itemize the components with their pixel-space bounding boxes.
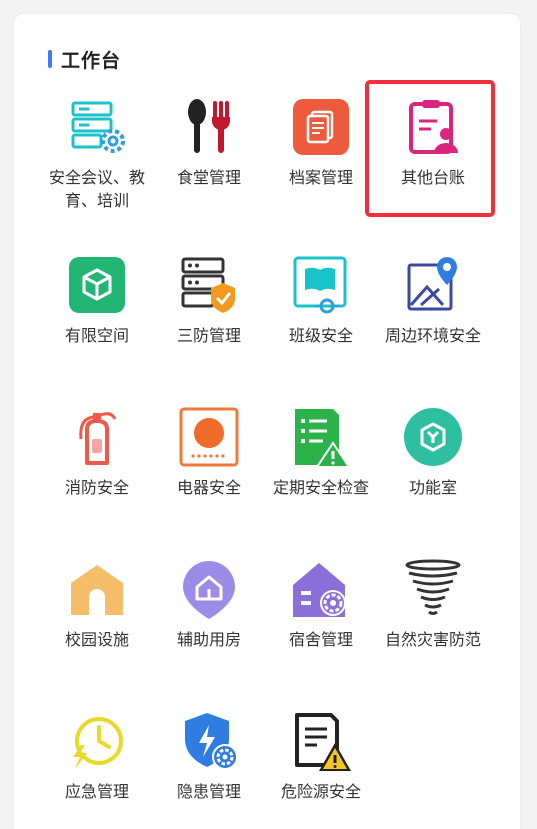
grid-item-confined-space[interactable]: 有限空间	[41, 253, 153, 347]
grid-item-hazard-source[interactable]: 危险源安全	[265, 709, 377, 803]
grid-item-hazard-management[interactable]: 隐患管理	[153, 709, 265, 803]
grid-item-periodic-check[interactable]: 定期安全检查	[265, 405, 377, 499]
dorm-gear-icon	[293, 563, 346, 617]
item-label: 校园设施	[64, 630, 129, 649]
grid-item-three-prevention[interactable]: 三防管理	[153, 253, 265, 347]
clock-bolt-icon	[73, 717, 123, 769]
grid-item-auxiliary-rooms[interactable]: 辅助用房	[153, 557, 265, 651]
server-shield-icon	[181, 257, 235, 313]
cube-icon	[69, 257, 125, 313]
document-icon	[293, 99, 349, 155]
section-header: 工作台	[48, 44, 121, 74]
item-label: 电器安全	[176, 478, 241, 497]
grid-item-fire-safety[interactable]: 消防安全	[41, 405, 153, 499]
fire-extinguisher-icon	[79, 412, 117, 465]
grid-item-archives[interactable]: 档案管理	[265, 95, 377, 189]
book-icon	[293, 256, 347, 314]
item-label: 其他台账	[400, 168, 465, 187]
tornado-icon	[405, 559, 461, 615]
grid-item-canteen[interactable]: 食堂管理	[153, 95, 265, 189]
warning-doc-icon	[295, 713, 351, 771]
item-label: 班级安全	[288, 326, 353, 345]
grid-item-disaster-prevention[interactable]: 自然灾害防范	[377, 557, 489, 651]
item-label: 应急管理	[64, 782, 129, 801]
arch-icon	[71, 565, 123, 615]
grid-item-function-room[interactable]: 功能室	[377, 405, 489, 499]
item-label: 消防安全	[64, 478, 129, 497]
item-label: 定期安全检查	[272, 478, 369, 497]
shield-gear-icon	[185, 713, 238, 770]
grid-item-dormitory[interactable]: 宿舍管理	[265, 557, 377, 651]
clipboard-user-icon	[409, 100, 458, 154]
spoon-fork-icon	[188, 99, 230, 153]
item-label: 三防管理	[176, 326, 241, 345]
item-label: 档案管理	[288, 168, 353, 187]
grid-item-other-ledger[interactable]: 其他台账	[377, 95, 489, 189]
server-gear-icon	[71, 101, 125, 153]
item-label: 周边环境安全	[384, 326, 481, 345]
item-label: 安全会议、教育、培训	[48, 168, 145, 210]
grid-item-campus-facilities[interactable]: 校园设施	[41, 557, 153, 651]
item-label: 隐患管理	[176, 782, 241, 801]
item-label: 功能室	[408, 478, 457, 497]
appliance-icon	[179, 407, 239, 467]
grid-item-safety-meeting[interactable]: 安全会议、教育、培训	[41, 95, 153, 212]
item-label: 辅助用房	[176, 630, 241, 649]
section-title: 工作台	[61, 49, 122, 72]
grid-item-emergency[interactable]: 应急管理	[41, 709, 153, 803]
grid-item-class-safety[interactable]: 班级安全	[265, 253, 377, 347]
room-icon	[404, 408, 462, 466]
grid-item-electrical-safety[interactable]: 电器安全	[153, 405, 265, 499]
item-label: 自然灾害防范	[384, 630, 481, 649]
checklist-warning-icon	[295, 409, 351, 468]
map-pin-icon	[407, 257, 457, 311]
house-pin-icon	[183, 561, 235, 619]
title-accent-bar	[48, 50, 52, 68]
item-label: 食堂管理	[176, 168, 241, 187]
grid-item-surroundings[interactable]: 周边环境安全	[377, 253, 489, 347]
item-label: 有限空间	[64, 326, 129, 345]
item-label: 危险源安全	[280, 782, 361, 801]
item-label: 宿舍管理	[288, 630, 353, 649]
